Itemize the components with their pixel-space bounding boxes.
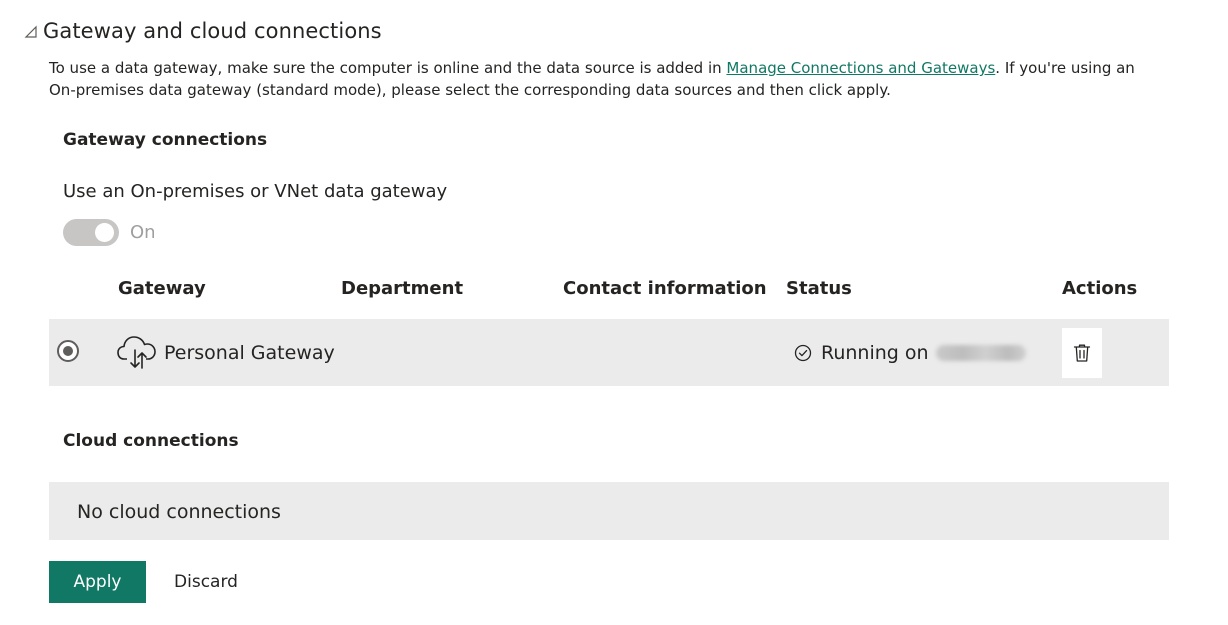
toggle-state-label: On	[130, 222, 156, 243]
column-header-contact: Contact information	[563, 278, 767, 299]
column-header-department: Department	[341, 278, 464, 299]
table-row[interactable]: Personal Gateway Running on	[49, 319, 1169, 386]
gateway-radio[interactable]	[57, 340, 79, 362]
section-title: Gateway and cloud connections	[43, 19, 382, 43]
column-header-gateway: Gateway	[118, 278, 206, 299]
status-text: Running on	[821, 342, 929, 364]
redacted-machine-name	[935, 345, 1026, 361]
gateway-toggle-label: Use an On-premises or VNet data gateway	[63, 181, 448, 202]
gateway-name: Personal Gateway	[164, 342, 335, 364]
apply-button[interactable]: Apply	[49, 561, 146, 603]
collapse-triangle-icon[interactable]	[24, 25, 38, 39]
section-header[interactable]: Gateway and cloud connections	[24, 19, 382, 43]
gateway-connections-heading: Gateway connections	[63, 130, 268, 150]
cloud-connections-list: No cloud connections	[49, 482, 1169, 540]
gateway-status: Running on	[794, 342, 1026, 364]
gateway-toggle-row: On	[63, 219, 156, 246]
discard-button[interactable]: Discard	[166, 561, 246, 603]
column-header-actions: Actions	[1062, 278, 1138, 299]
gateway-toggle[interactable]	[63, 219, 119, 246]
cloud-sync-icon	[117, 336, 156, 369]
description-text: To use a data gateway, make sure the com…	[49, 59, 727, 77]
manage-connections-link[interactable]: Manage Connections and Gateways	[726, 59, 995, 77]
delete-gateway-button[interactable]	[1062, 328, 1102, 378]
check-circle-icon	[794, 344, 812, 362]
column-header-status: Status	[786, 278, 852, 299]
radio-selected-dot	[63, 346, 73, 356]
section-description: To use a data gateway, make sure the com…	[49, 57, 1159, 101]
trash-icon	[1073, 344, 1091, 362]
cloud-connections-heading: Cloud connections	[63, 431, 239, 451]
cloud-empty-message: No cloud connections	[77, 501, 281, 523]
toggle-knob	[95, 223, 114, 242]
